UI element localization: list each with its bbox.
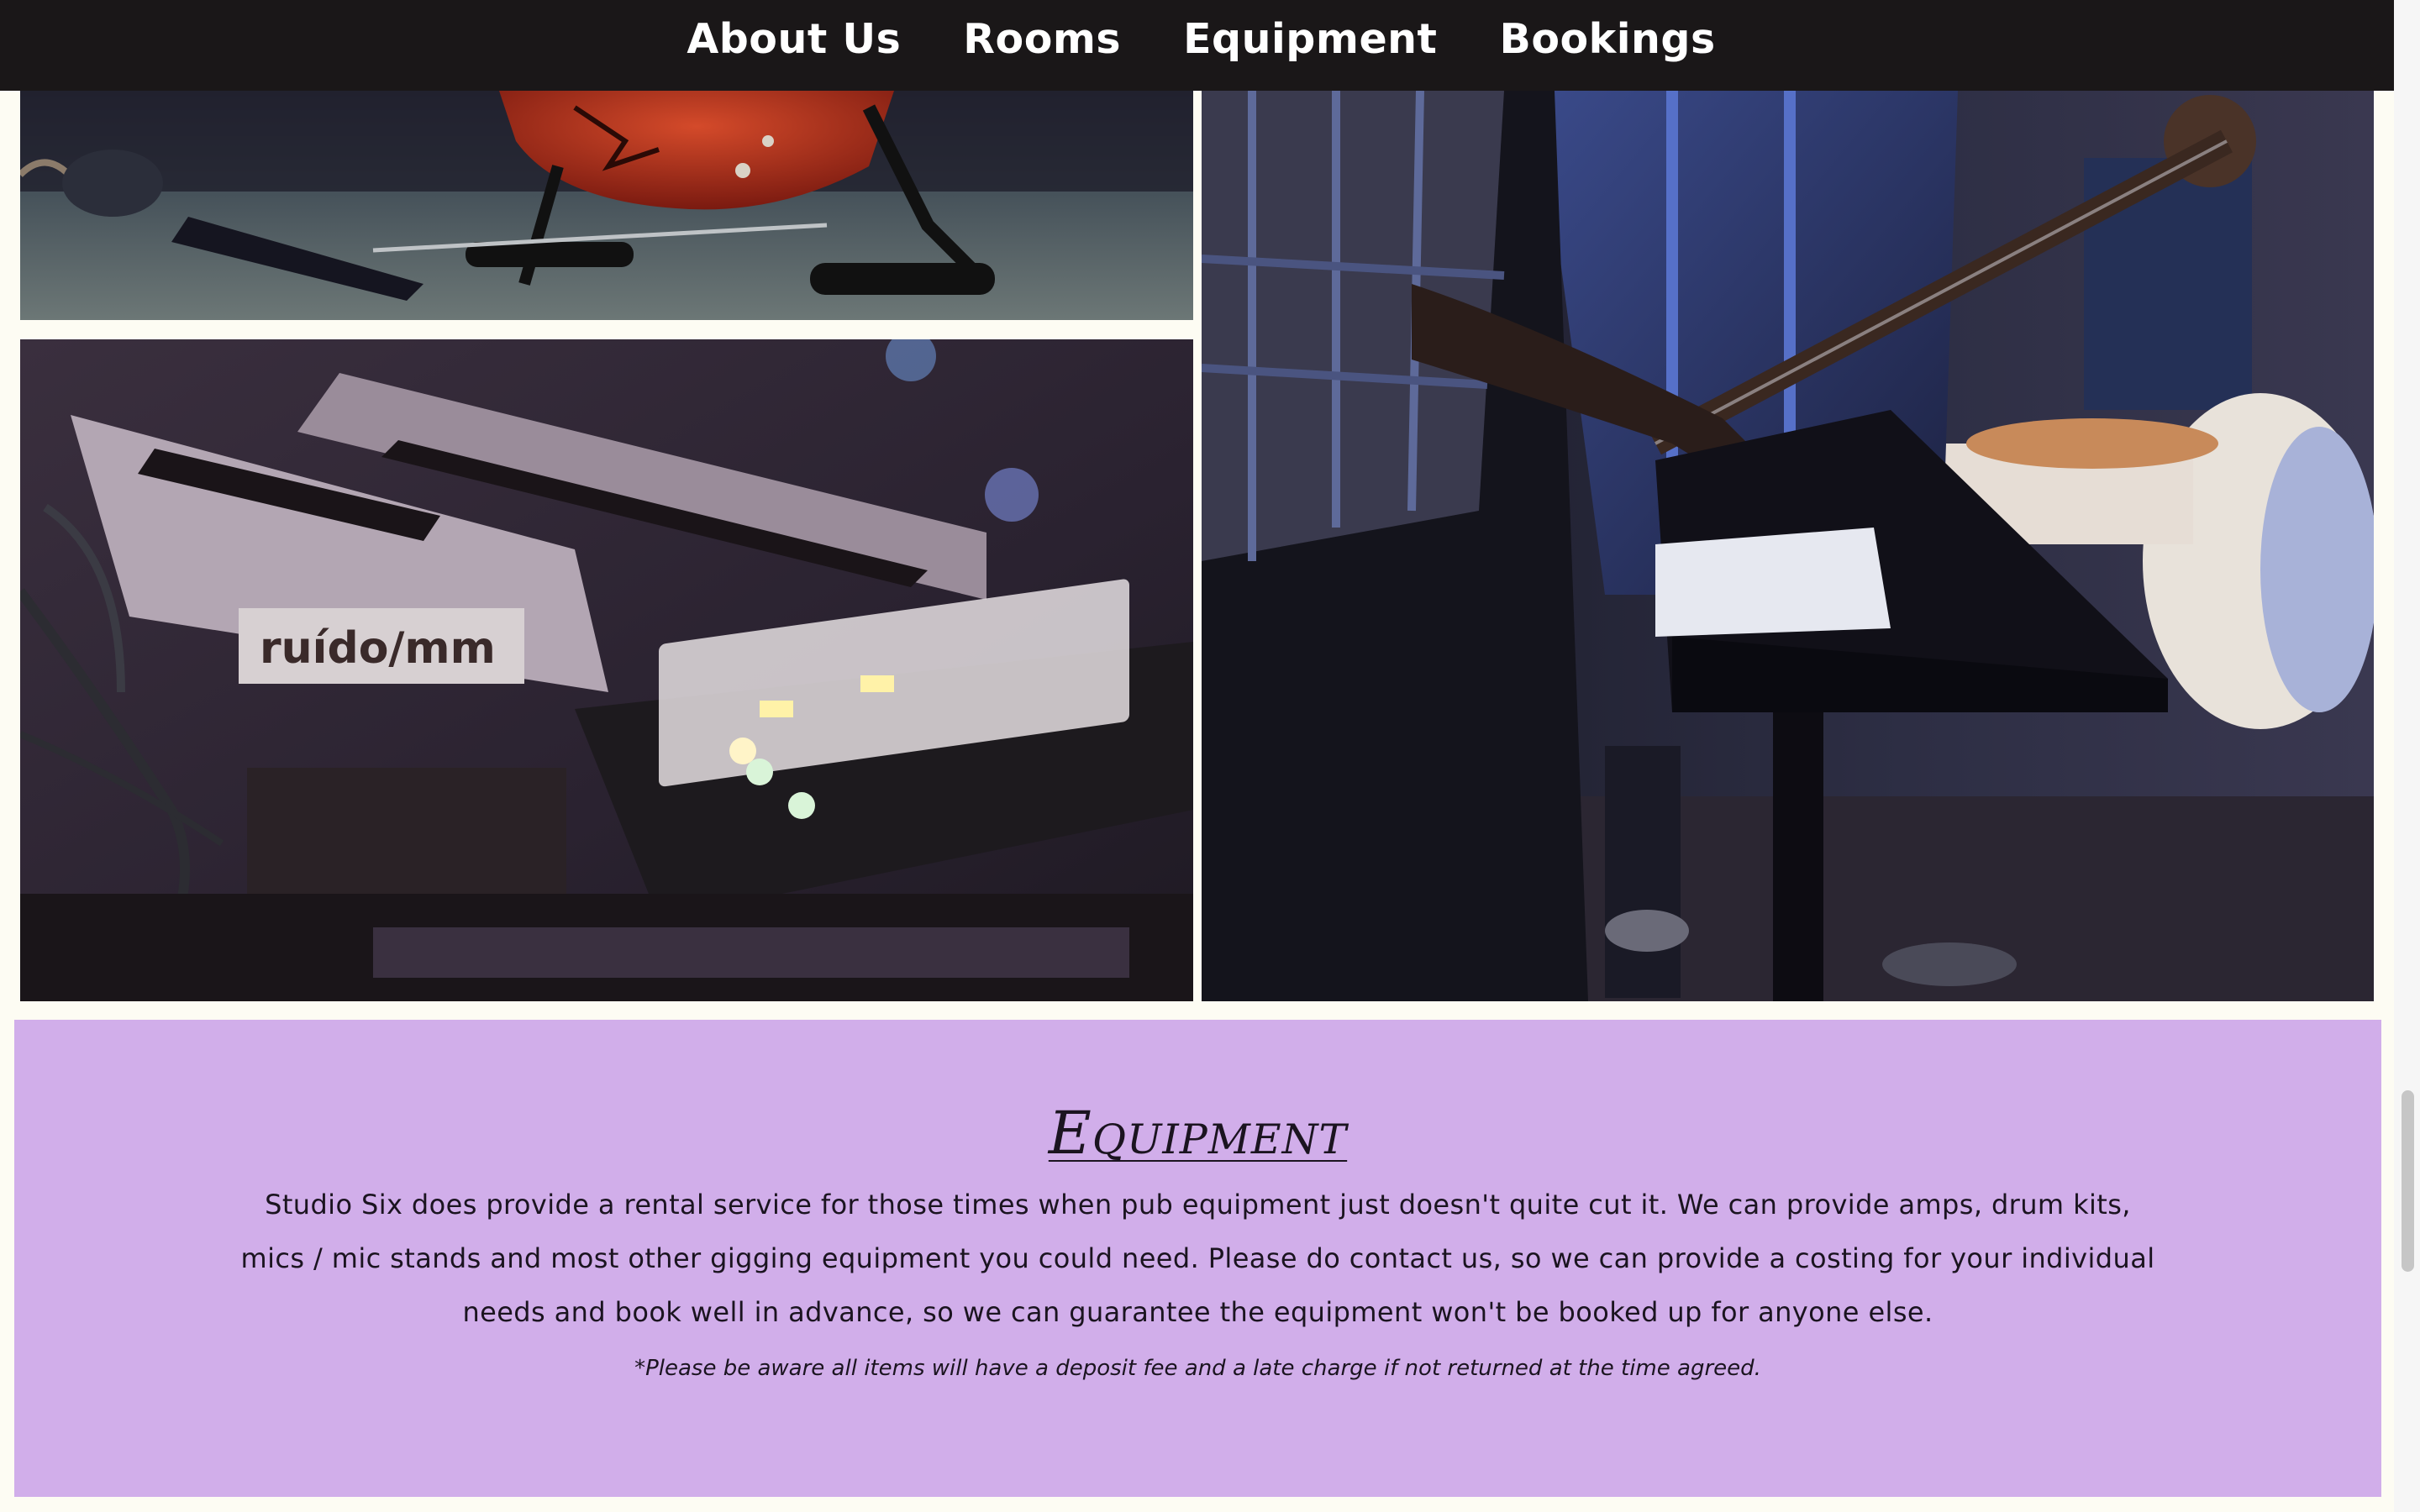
main-nav: About Us Rooms Equipment Bookings [0,0,2394,91]
nav-about-us[interactable]: About Us [687,15,901,63]
page-scrollbar[interactable] [2394,0,2420,1512]
guitar-photo [20,91,1193,320]
equipment-section: Equipment Studio Six does provide a rent… [14,1020,2381,1497]
equipment-heading: Equipment [1048,1099,1348,1168]
nav-bookings[interactable]: Bookings [1499,15,1715,63]
band-photo [1202,91,2374,1001]
nav-rooms[interactable]: Rooms [963,15,1121,63]
scrollbar-thumb[interactable] [2402,1090,2414,1272]
synthesizers-photo: ruído/mm [20,339,1193,1001]
nav-equipment[interactable]: Equipment [1183,15,1437,63]
deposit-note: *Please be aware all items will have a d… [634,1356,1761,1381]
synth-brand-label: ruído/mm [260,623,496,674]
equipment-description: Studio Six does provide a rental service… [240,1189,2155,1328]
